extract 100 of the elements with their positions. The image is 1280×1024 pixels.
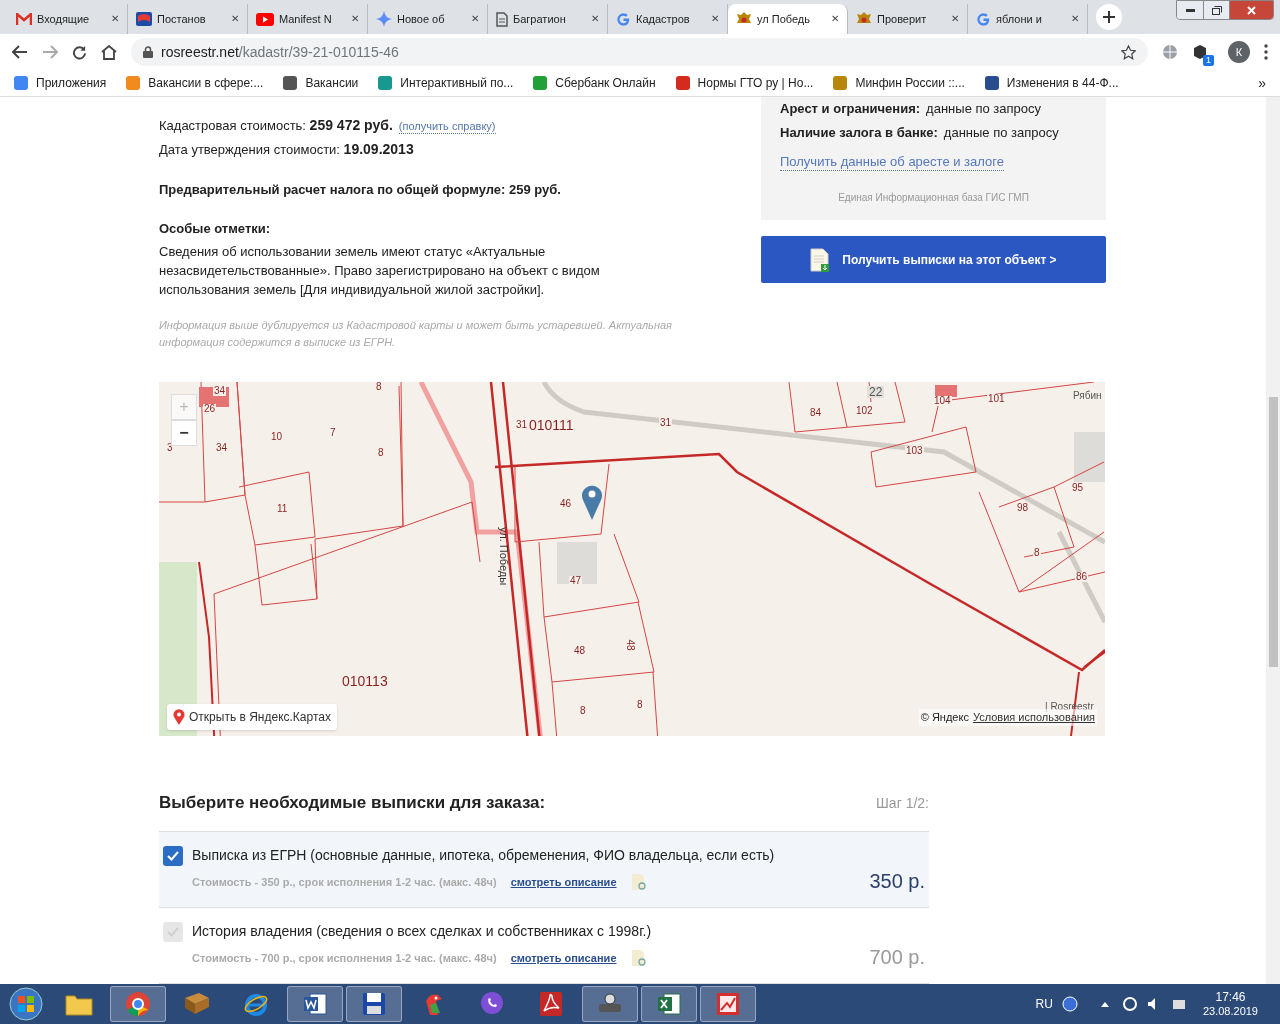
close-icon[interactable]: ✕	[1071, 14, 1079, 24]
address-bar[interactable]: rosreestr.net/kadastr/39-21-010115-46	[131, 38, 1148, 66]
browser-tab[interactable]: яблони и ✕	[968, 4, 1088, 34]
plot-number: 101	[987, 394, 1006, 405]
step-indicator: Шаг 1/2:	[876, 793, 929, 813]
bookmark[interactable]: Вакансии в сфере:...	[126, 74, 264, 92]
close-icon[interactable]: ✕	[711, 14, 719, 24]
disclaimer-note: Информация выше дублируется из Кадастровой карты и может быть устаревшей. Актуальная информация содержится в выписке из ЕГРН.	[159, 318, 673, 350]
description-link[interactable]: смотреть описание	[510, 873, 617, 891]
browser-tab[interactable]: Новое об ✕	[368, 4, 488, 34]
cube-icon[interactable]	[1192, 44, 1208, 60]
extract-option[interactable]: Выписка из ЕГРН (основные данные, ипотека, обременения, ФИО владельца, если есть) Стоимость - 350 р., срок исполнения 1-2 час. (макс. 48ч) смотреть описание 350 р.	[159, 832, 929, 908]
plot-number: 8	[636, 700, 644, 711]
url-text: rosreestr.net/kadastr/39-21-010115-46	[161, 42, 399, 62]
field-value: данные по запросу	[926, 100, 1042, 119]
taskbar-app[interactable]	[346, 986, 402, 1022]
plot-number: 84	[809, 408, 823, 419]
tab-title: Manifest N	[279, 11, 333, 27]
close-icon[interactable]: ✕	[471, 14, 479, 24]
plot-number: 98	[1016, 503, 1030, 514]
minimize-icon	[1185, 8, 1195, 12]
phone-bubble-icon	[479, 991, 505, 1017]
profile-avatar[interactable]: К	[1228, 41, 1250, 63]
plot-number: 102	[855, 406, 874, 417]
option-price: 350 р.	[869, 868, 925, 894]
browser-tab[interactable]: ул Победь ✕	[728, 4, 848, 34]
plot-number: 46	[559, 499, 573, 510]
option-title: Выписка из ЕГРН (основные данные, ипотека, обременения, ФИО владельца, если есть)	[192, 846, 776, 864]
close-icon[interactable]: ✕	[831, 14, 839, 24]
tray-arrow-icon[interactable]	[1100, 1001, 1109, 1007]
plot-number: 48	[624, 639, 635, 651]
minimize-button[interactable]	[1177, 1, 1203, 19]
map-pin-icon	[173, 708, 185, 725]
plot-number: 8	[375, 382, 383, 393]
certificate-link[interactable]: (получить справку)	[398, 120, 496, 134]
clock-date: 23.08.2019	[1202, 1004, 1258, 1018]
home-icon[interactable]	[101, 44, 117, 60]
bookmark[interactable]: Минфин России ::...	[833, 74, 965, 92]
restore-icon	[1211, 5, 1222, 15]
browser-tab[interactable]: Входящие ✕	[8, 4, 128, 34]
more-bookmarks[interactable]: »	[1258, 72, 1266, 94]
taskbar-app[interactable]	[641, 986, 697, 1022]
taskbar-app[interactable]	[700, 986, 756, 1022]
globe-icon[interactable]	[1162, 44, 1178, 60]
browser-tab[interactable]: Постанов ✕	[128, 4, 248, 34]
plus-icon	[1103, 11, 1115, 23]
option-details: Стоимость - 350 р., срок исполнения 1-2 час. (макс. 48ч)	[192, 874, 497, 890]
close-icon[interactable]: ✕	[351, 14, 359, 24]
street-name: ул. Победы	[498, 527, 509, 586]
bookmark[interactable]: Интерактивный по...	[378, 74, 514, 92]
close-button[interactable]	[1229, 1, 1273, 19]
open-in-maps-button[interactable]: Открыть в Яндекс.Картах	[167, 703, 337, 730]
close-icon[interactable]: ✕	[591, 14, 599, 24]
network-icon[interactable]	[1121, 996, 1138, 1012]
tab-title: Новое об	[397, 11, 446, 27]
plot-number: 10	[270, 432, 284, 443]
tab-title: Входящие	[37, 11, 91, 27]
restore-button[interactable]	[1203, 1, 1229, 19]
bookmark[interactable]: Сбербанк Онлайн	[533, 74, 656, 92]
new-tab-button[interactable]	[1096, 4, 1122, 30]
get-extracts-button[interactable]: Получить выписки на этот объект >	[761, 236, 1106, 283]
menu-icon[interactable]	[1264, 44, 1268, 60]
checkbox[interactable]	[163, 846, 183, 866]
reload-icon[interactable]	[72, 44, 87, 60]
document-magnifier-icon	[630, 873, 647, 891]
tab-title: Постанов	[157, 11, 207, 27]
taskbar-app[interactable]	[287, 986, 343, 1022]
bookmark[interactable]: Вакансии	[283, 74, 359, 92]
browser-tab[interactable]: Багратион ✕	[488, 4, 608, 34]
back-arrow-icon[interactable]	[12, 45, 28, 59]
quarter-number: 010113	[342, 674, 388, 689]
bookmark[interactable]: Приложения	[14, 74, 107, 92]
section-heading: Особые отметки:	[159, 220, 272, 238]
field-label: Арест и ограничения:	[780, 100, 921, 119]
bookmark[interactable]: Нормы ГТО ру | Но...	[675, 74, 814, 92]
power-icon[interactable]	[1171, 997, 1186, 1011]
star-icon[interactable]	[1121, 44, 1136, 60]
zoom-out-button[interactable]: −	[171, 420, 197, 447]
lock-icon	[143, 46, 153, 58]
close-icon[interactable]: ✕	[111, 14, 119, 24]
help-icon[interactable]	[1061, 996, 1078, 1012]
scrollbar[interactable]	[1266, 97, 1280, 984]
language-indicator[interactable]: RU	[1035, 995, 1053, 1013]
tab-title: ул Победь	[757, 11, 811, 27]
scrollbar-thumb[interactable]	[1268, 397, 1278, 667]
browser-tab[interactable]: Проверит ✕	[848, 4, 968, 34]
close-icon[interactable]: ✕	[951, 14, 959, 24]
browser-icon	[125, 991, 151, 1017]
browser-tab[interactable]: Manifest N ✕	[248, 4, 368, 34]
globe-e-icon	[243, 991, 269, 1017]
location-pin-icon	[581, 484, 603, 521]
street-name: Рябин	[1073, 391, 1102, 402]
document-w-icon	[302, 991, 328, 1017]
taskbar-app[interactable]	[582, 986, 638, 1022]
close-icon[interactable]: ✕	[231, 14, 239, 24]
clock-time: 17:46	[1215, 990, 1246, 1004]
encumbrance-link[interactable]: Получить данные об аресте и залоге	[780, 153, 1004, 171]
taskbar-app[interactable]	[110, 986, 166, 1022]
option-details: Стоимость - 700 р., срок исполнения 1-2 час. (макс. 48ч)	[192, 950, 497, 966]
bookmark[interactable]: Изменения в 44-Ф...	[984, 74, 1119, 92]
